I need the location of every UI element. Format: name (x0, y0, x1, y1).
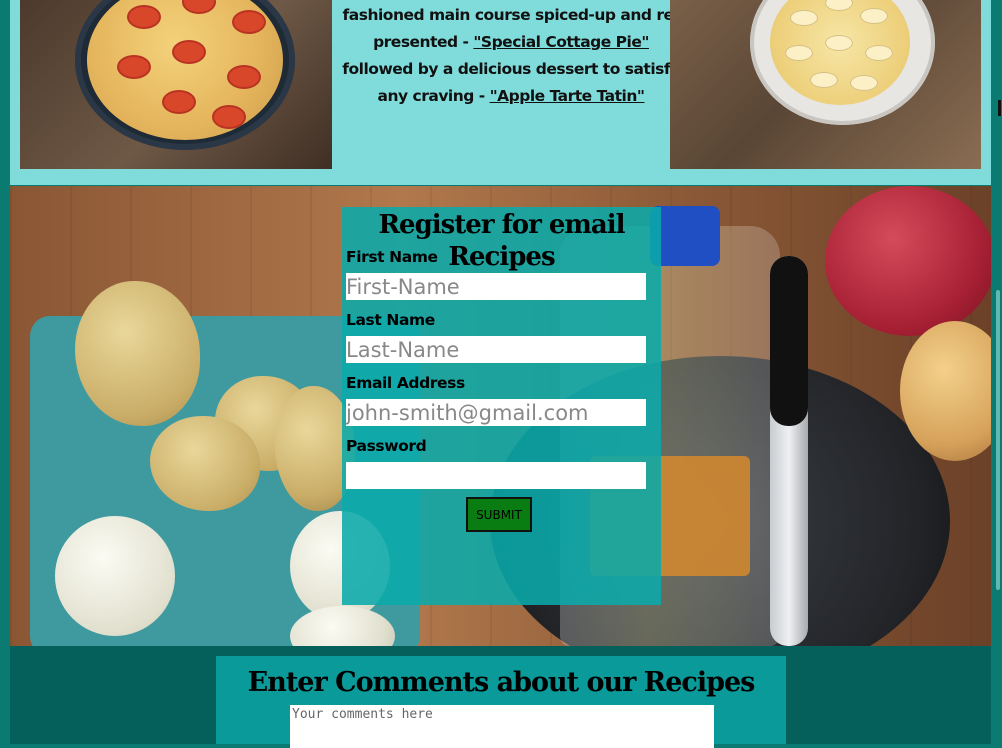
first-name-input[interactable] (346, 273, 646, 300)
scroll-marker (998, 100, 1001, 116)
knife-handle (770, 256, 808, 426)
cottage-pie-photo (20, 0, 332, 169)
email-input[interactable] (346, 399, 646, 426)
intro-text: fashioned main course spiced-up and re- … (342, 2, 680, 110)
submit-button[interactable]: SUBMIT (466, 497, 532, 532)
last-name-label: Last Name (346, 311, 435, 329)
apple-slice (785, 45, 813, 61)
tarte-tatin-link[interactable]: "Apple Tarte Tatin" (490, 87, 645, 105)
apple-slice (860, 8, 888, 24)
tomato-slice (227, 65, 261, 89)
page-scrollbar-thumb[interactable] (996, 290, 1000, 590)
recipes-intro-section: fashioned main course spiced-up and re- … (10, 0, 991, 185)
apple-slice (790, 10, 818, 26)
email-registration-form: Register for email Recipes First Name La… (342, 207, 661, 605)
apple-slice (810, 72, 838, 88)
intro-line: presented - "Special Cottage Pie" (342, 29, 680, 56)
cottage-pie-link[interactable]: "Special Cottage Pie" (473, 33, 649, 51)
apple-slice (825, 0, 853, 11)
tomato-slice (212, 105, 246, 129)
intro-line: any craving - "Apple Tarte Tatin" (342, 83, 680, 110)
first-name-label: First Name (346, 248, 438, 266)
pie-topping (87, 0, 283, 140)
password-label: Password (346, 437, 427, 455)
tomato-slice (182, 0, 216, 14)
tomato-slice (127, 5, 161, 29)
pie-dish (75, 0, 295, 150)
intro-text-fragment: any craving - (377, 87, 490, 105)
apple-slice (850, 75, 878, 91)
tarte-tatin-photo (670, 0, 981, 169)
tomato-slice (162, 90, 196, 114)
apple-slice (825, 35, 853, 51)
last-name-input[interactable] (346, 336, 646, 363)
intro-line: fashioned main course spiced-up and re- (342, 6, 680, 24)
password-input[interactable] (346, 462, 646, 489)
tomato-slice (117, 55, 151, 79)
comments-textarea[interactable] (290, 705, 714, 748)
intro-line: followed by a delicious dessert to satis… (342, 60, 680, 78)
apple-slice (865, 45, 893, 61)
comments-section: Enter Comments about our Recipes Here (216, 656, 786, 748)
tomato-slice (172, 40, 206, 64)
tart (770, 0, 910, 105)
email-label: Email Address (346, 374, 465, 392)
tomato-slice (232, 10, 266, 34)
dessert-plate (750, 0, 935, 125)
pomegranate (825, 186, 991, 336)
intro-text-fragment: presented - (373, 33, 474, 51)
egg (55, 516, 175, 636)
